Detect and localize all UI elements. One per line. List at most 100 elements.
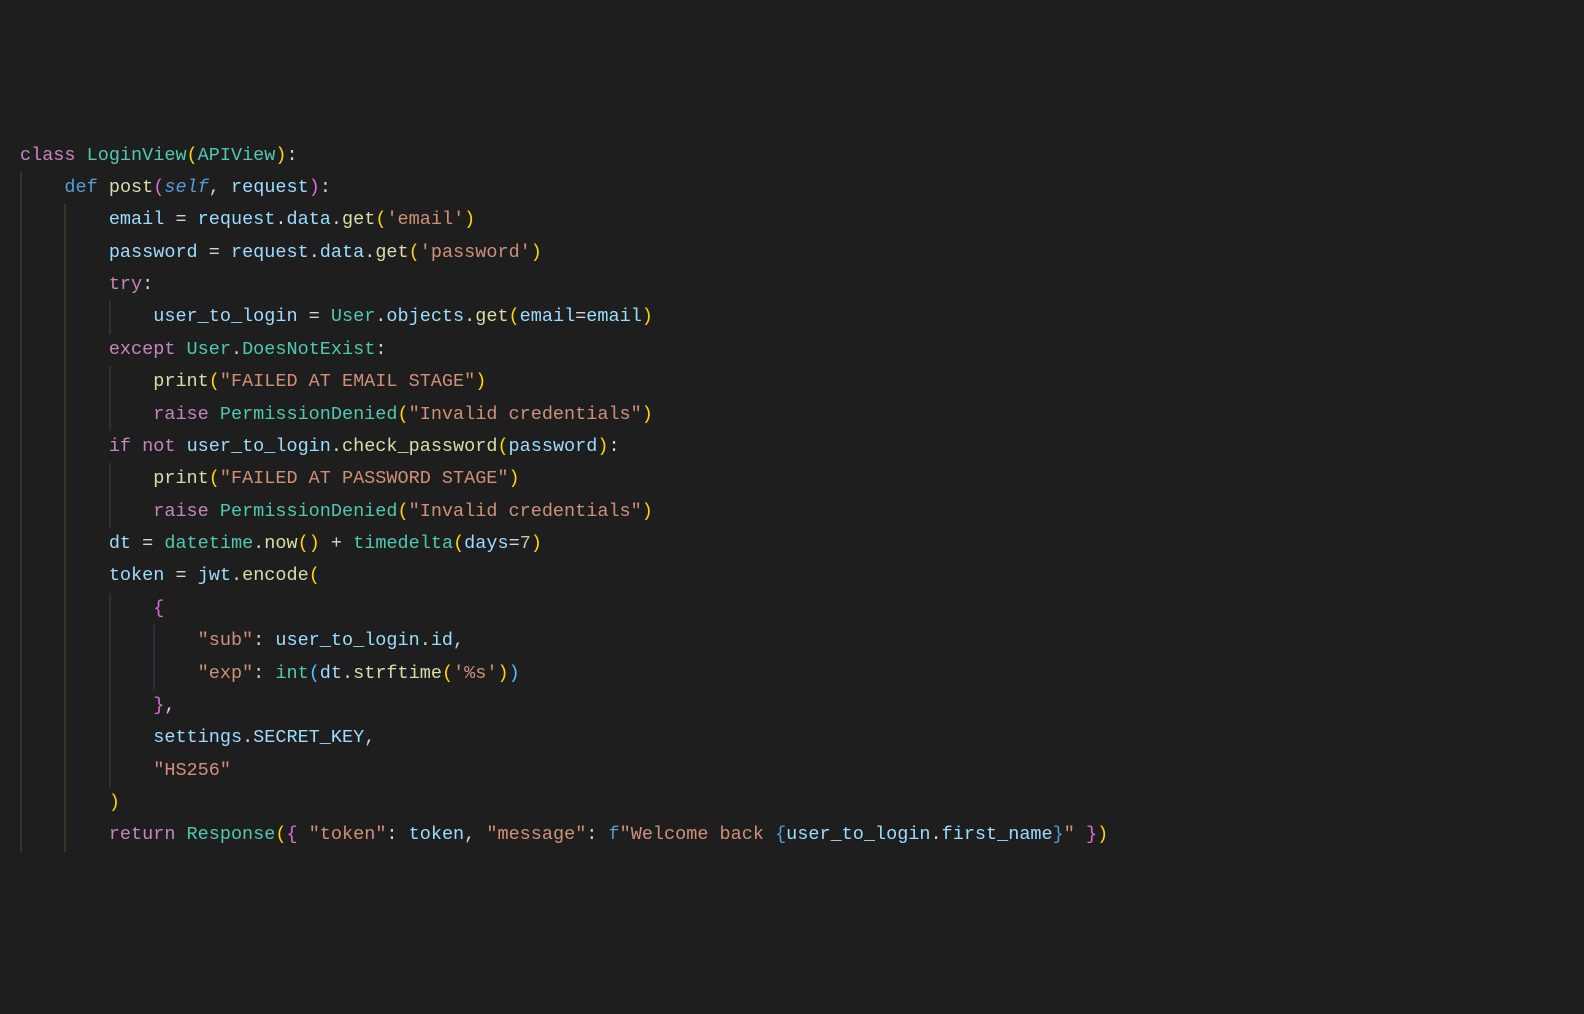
code-token: id <box>431 630 453 651</box>
indent-guide <box>20 204 30 236</box>
code-line[interactable]: user_to_login = User.objects.get(email=e… <box>20 301 1584 333</box>
indent-guide <box>109 593 119 625</box>
code-token: } <box>153 695 164 716</box>
indent-guide <box>20 787 30 819</box>
indent-guide <box>64 269 74 301</box>
indent-whitespace <box>20 306 153 327</box>
code-token: ( <box>398 501 409 522</box>
code-token: . <box>231 565 242 586</box>
code-line[interactable]: dt = datetime.now() + timedelta(days=7) <box>20 528 1584 560</box>
code-token: ( <box>509 306 520 327</box>
indent-guide <box>64 560 74 592</box>
code-token: class <box>20 145 87 166</box>
code-token: days <box>464 533 508 554</box>
code-line[interactable]: print("FAILED AT PASSWORD STAGE") <box>20 463 1584 495</box>
code-token: : <box>375 339 386 360</box>
indent-guide <box>64 722 74 754</box>
code-token: "FAILED AT EMAIL STAGE" <box>220 371 475 392</box>
code-token: '%s' <box>453 663 497 684</box>
code-token: ) <box>475 371 486 392</box>
code-token: ( <box>409 242 420 263</box>
code-line[interactable]: raise PermissionDenied("Invalid credenti… <box>20 399 1584 431</box>
indent-guide <box>20 528 30 560</box>
code-token: : <box>253 630 275 651</box>
code-line[interactable]: password = request.data.get('password') <box>20 237 1584 269</box>
code-line[interactable]: class LoginView(APIView): <box>20 140 1584 172</box>
code-token: except <box>109 339 187 360</box>
code-line[interactable]: ) <box>20 787 1584 819</box>
indent-guide <box>20 366 30 398</box>
code-line[interactable]: raise PermissionDenied("Invalid credenti… <box>20 496 1584 528</box>
code-token: timedelta <box>353 533 453 554</box>
code-token: if <box>109 436 142 457</box>
code-token: = <box>309 306 320 327</box>
indent-guide <box>109 722 119 754</box>
code-editor[interactable]: class LoginView(APIView): def post(self,… <box>0 140 1584 852</box>
indent-guide <box>20 819 30 851</box>
code-line[interactable]: "exp": int(dt.strftime('%s')) <box>20 658 1584 690</box>
code-token: dt <box>109 533 142 554</box>
indent-guide <box>64 399 74 431</box>
code-token: "FAILED AT PASSWORD STAGE" <box>220 468 509 489</box>
code-token: f <box>609 824 620 845</box>
code-line[interactable]: token = jwt.encode( <box>20 560 1584 592</box>
code-token: , <box>453 630 464 651</box>
code-token: "HS256" <box>153 760 231 781</box>
code-line[interactable]: except User.DoesNotExist: <box>20 334 1584 366</box>
code-line[interactable]: "HS256" <box>20 755 1584 787</box>
code-token: ( <box>309 565 320 586</box>
code-token: "exp" <box>198 663 254 684</box>
code-token: + <box>331 533 342 554</box>
code-line[interactable]: }, <box>20 690 1584 722</box>
indent-guide <box>20 237 30 269</box>
code-token: ) <box>109 792 120 813</box>
indent-guide <box>64 625 74 657</box>
indent-guide <box>64 431 74 463</box>
code-token: data <box>287 209 331 230</box>
code-line[interactable]: "sub": user_to_login.id, <box>20 625 1584 657</box>
code-line[interactable]: settings.SECRET_KEY, <box>20 722 1584 754</box>
code-line[interactable]: def post(self, request): <box>20 172 1584 204</box>
indent-guide <box>64 755 74 787</box>
code-token: . <box>375 306 386 327</box>
code-line[interactable]: try: <box>20 269 1584 301</box>
code-token: print <box>153 371 209 392</box>
code-token: , <box>164 695 175 716</box>
code-token: password <box>509 436 598 457</box>
code-token: 7 <box>520 533 531 554</box>
code-line[interactable]: return Response({ "token": token, "messa… <box>20 819 1584 851</box>
code-token: password <box>109 242 209 263</box>
code-token: objects <box>386 306 464 327</box>
code-token: } <box>1075 824 1097 845</box>
code-line[interactable]: if not user_to_login.check_password(pass… <box>20 431 1584 463</box>
indent-guide <box>64 787 74 819</box>
indent-guide <box>20 172 30 204</box>
code-line[interactable]: email = request.data.get('email') <box>20 204 1584 236</box>
code-token: . <box>331 209 342 230</box>
code-token: "Welcome back <box>620 824 775 845</box>
code-token: user_to_login <box>786 824 930 845</box>
code-token: def <box>64 177 108 198</box>
indent-guide <box>153 625 163 657</box>
code-token: ) <box>309 533 320 554</box>
indent-guide <box>64 658 74 690</box>
code-token: . <box>231 339 242 360</box>
code-token: strftime <box>353 663 442 684</box>
indent-guide <box>20 560 30 592</box>
code-line[interactable]: { <box>20 593 1584 625</box>
code-token: ( <box>153 177 164 198</box>
indent-guide <box>20 496 30 528</box>
code-token: . <box>275 209 286 230</box>
code-token: ) <box>309 177 320 198</box>
code-token: ( <box>275 824 286 845</box>
code-token: ) <box>1097 824 1108 845</box>
code-token: . <box>931 824 942 845</box>
code-token <box>320 533 331 554</box>
code-token: ( <box>187 145 198 166</box>
code-line[interactable]: print("FAILED AT EMAIL STAGE") <box>20 366 1584 398</box>
indent-guide <box>109 399 119 431</box>
indent-guide <box>20 593 30 625</box>
code-token: . <box>242 727 253 748</box>
code-token: data <box>320 242 364 263</box>
code-token: token <box>409 824 465 845</box>
